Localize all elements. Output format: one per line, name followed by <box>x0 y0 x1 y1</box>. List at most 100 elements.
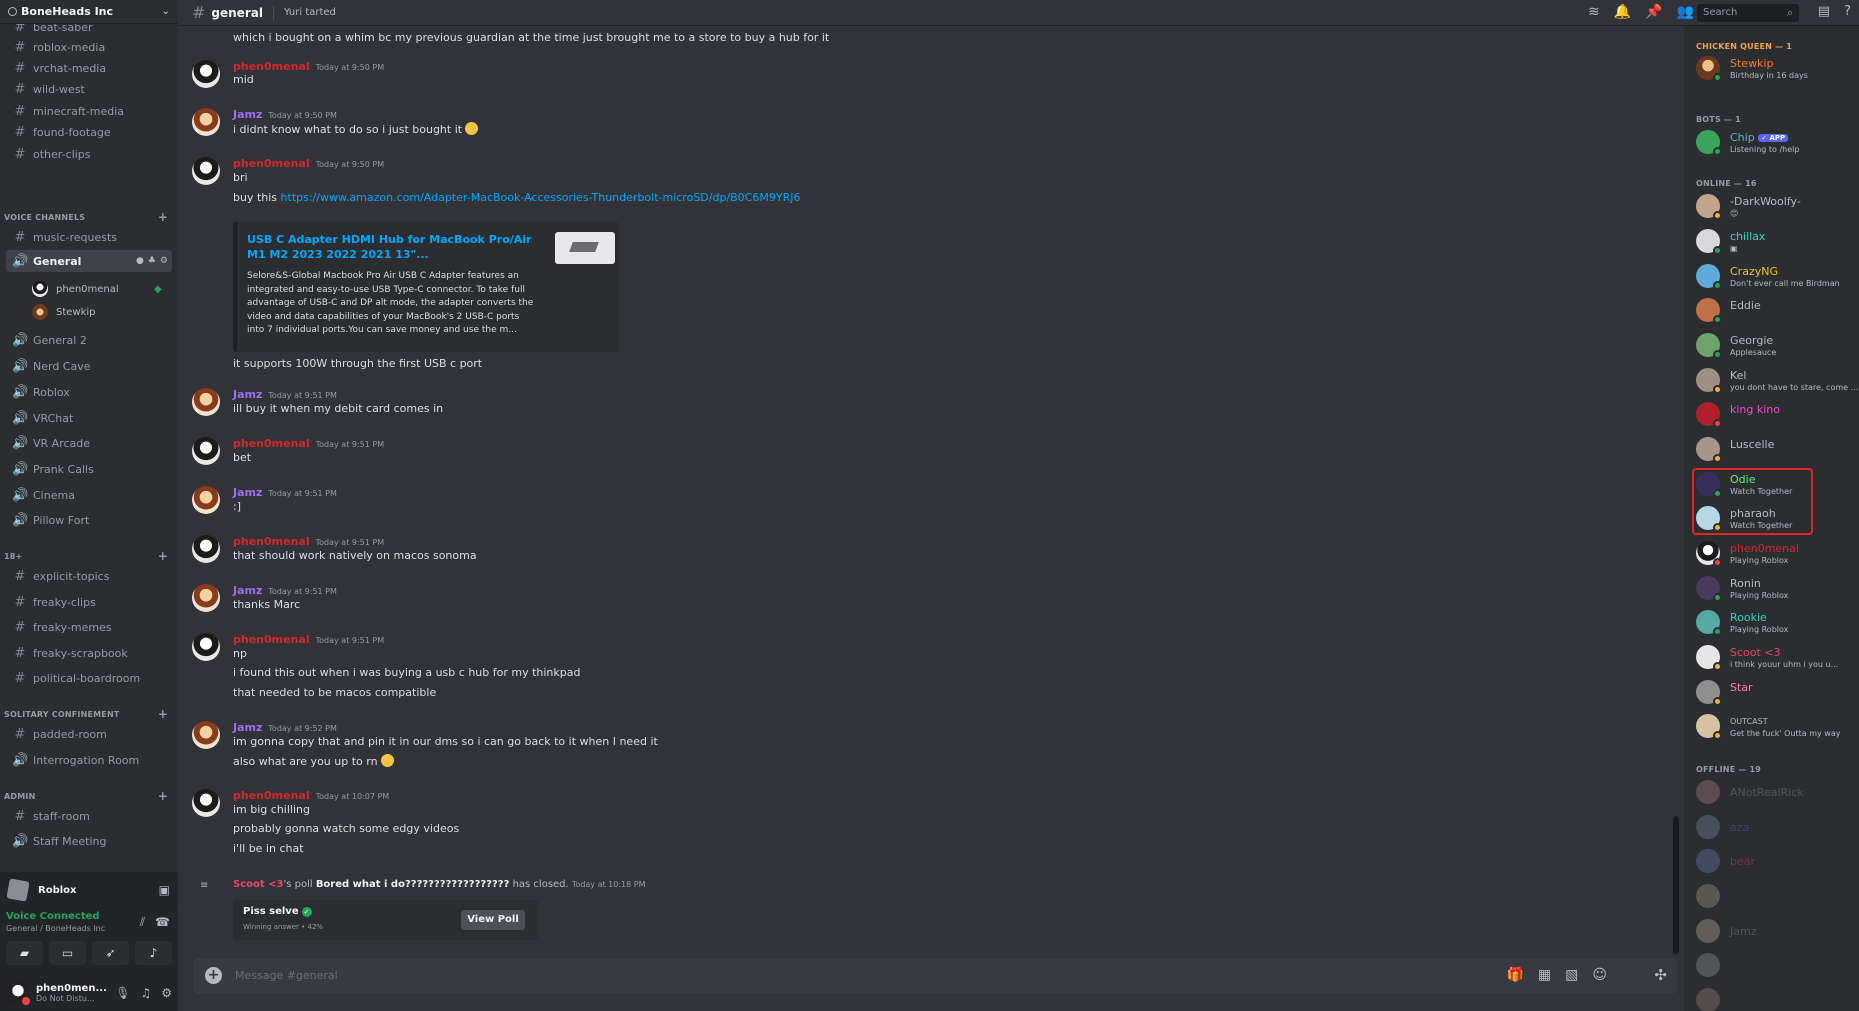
member-item[interactable] <box>1696 984 1855 1011</box>
user-info[interactable]: phen0men... Do Not Distu... <box>36 983 107 1003</box>
avatar[interactable] <box>192 584 220 612</box>
threads-icon[interactable]: ≋ <box>1588 4 1600 20</box>
avatar[interactable] <box>192 535 220 563</box>
category-voice-channels[interactable]: VOICE CHANNELS + <box>4 210 168 224</box>
message-author[interactable]: phen0menal <box>233 633 310 646</box>
channel-freaky-clips[interactable]: # freaky-clips <box>6 591 172 613</box>
message-input[interactable]: Message #general <box>235 969 338 982</box>
message-author[interactable]: Jamz <box>233 584 262 597</box>
voice-channel-vrchat[interactable]: 🔊 VRChat <box>6 407 172 429</box>
apps-icon[interactable]: ✣ <box>1654 966 1667 984</box>
voice-location[interactable]: General / BoneHeads Inc <box>6 924 105 933</box>
member-item[interactable]: Rookie Playing Roblox <box>1696 606 1855 638</box>
camera-button[interactable]: ▰ <box>6 941 43 965</box>
avatar[interactable] <box>6 980 32 1007</box>
member-item[interactable]: phen0menal Playing Roblox <box>1696 537 1855 569</box>
avatar[interactable] <box>192 721 220 749</box>
poll-author[interactable]: Scoot <3 <box>233 879 283 890</box>
avatar[interactable] <box>192 60 220 88</box>
member-item[interactable]: Kel you dont have to stare, come ... <box>1696 364 1858 396</box>
gift-icon[interactable]: 🎁 <box>1506 967 1523 983</box>
channel-other-clips[interactable]: # other-clips <box>6 143 172 165</box>
member-item[interactable]: Star <box>1696 676 1855 708</box>
channel-explicit-topics[interactable]: # explicit-topics <box>6 565 172 587</box>
voice-channel-prank-calls[interactable]: 🔊 Prank Calls <box>6 458 172 480</box>
add-channel-icon[interactable]: + <box>158 707 168 721</box>
member-item[interactable]: Jamz <box>1696 915 1855 947</box>
voice-channel-staff-meeting[interactable]: 🔊 Staff Meeting <box>6 830 172 852</box>
poll-question[interactable]: Bored what i do?????????????????? <box>316 879 510 890</box>
voice-status[interactable]: Voice Connected <box>6 911 100 922</box>
voice-channel-general[interactable]: 🔊 General ● ♣ ⚙ <box>6 250 172 272</box>
member-item[interactable]: Scoot <3 i think youur uhm i you u... <box>1696 641 1855 673</box>
category-18-plus[interactable]: 18+ + <box>4 549 168 563</box>
activities-button[interactable]: ➶ <box>92 941 129 965</box>
member-item[interactable]: -DarkWoolfy- 😊 <box>1696 190 1855 222</box>
avatar[interactable] <box>192 437 220 465</box>
member-item[interactable]: king kino <box>1696 398 1855 430</box>
member-item[interactable]: Chip ✓ APP Listening to /help <box>1696 126 1855 158</box>
voice-channel-cinema[interactable]: 🔊 Cinema <box>6 484 172 506</box>
voice-channel-general-2[interactable]: 🔊 General 2 <box>6 329 172 351</box>
channel-roblox-media[interactable]: # roblox-media <box>6 36 172 58</box>
voice-channel-pillow-fort[interactable]: 🔊 Pillow Fort <box>6 509 172 531</box>
message-author[interactable]: phen0menal <box>233 437 310 450</box>
channel-staff-room[interactable]: # staff-room <box>6 805 172 827</box>
member-item[interactable]: Luscelle <box>1696 433 1855 465</box>
message-author[interactable]: phen0menal <box>233 60 310 73</box>
channel-topic[interactable]: Yuri tarted <box>284 7 336 18</box>
voice-user-phen0menal[interactable]: phen0menal ◆ <box>32 279 162 299</box>
chat-icon[interactable]: ● <box>136 256 144 266</box>
member-item[interactable] <box>1696 949 1855 981</box>
microphone-icon[interactable]: 🎙 <box>115 986 130 1000</box>
member-item[interactable]: bear <box>1696 845 1855 877</box>
voice-channel-vr-arcade[interactable]: 🔊 VR Arcade <box>6 432 172 454</box>
add-channel-icon[interactable]: + <box>158 549 168 563</box>
member-item[interactable]: Georgie Applesauce <box>1696 329 1855 361</box>
disconnect-icon[interactable]: ☎ <box>155 915 170 930</box>
headphones-icon[interactable]: ♫ <box>140 986 151 1000</box>
inbox-icon[interactable]: ▤ <box>1818 4 1830 19</box>
message-composer[interactable]: + Message #general 🎁 ▦ ▧ ☺ ✣ <box>193 958 1677 994</box>
member-item[interactable]: aza <box>1696 811 1855 843</box>
avatar[interactable] <box>192 388 220 416</box>
emoji-icon[interactable]: ☺ <box>1592 967 1607 983</box>
member-item[interactable]: Ronin Playing Roblox <box>1696 572 1855 604</box>
message-link[interactable]: https://www.amazon.com/Adapter-MacBook-A… <box>281 191 801 204</box>
channel-freaky-memes[interactable]: # freaky-memes <box>6 616 172 638</box>
avatar[interactable] <box>192 108 220 136</box>
noise-suppression-icon[interactable]: ⫽ <box>140 915 145 930</box>
member-item[interactable]: CrazyNG Don't ever call me Birdman <box>1696 260 1855 292</box>
message-author[interactable]: Jamz <box>233 721 262 734</box>
gear-icon[interactable]: ⚙ <box>160 256 168 266</box>
sticker-icon[interactable]: ▧ <box>1565 967 1578 983</box>
search-input[interactable]: Search ⌕ <box>1697 4 1799 22</box>
member-item[interactable]: ANotRealRick <box>1696 776 1855 808</box>
pin-icon[interactable]: 📌 <box>1645 4 1662 20</box>
channel-found-footage[interactable]: # found-footage <box>6 121 172 143</box>
help-icon[interactable]: ? <box>1844 4 1851 19</box>
screen-share-icon[interactable]: ▣ <box>159 883 170 897</box>
screen-share-button[interactable]: ▭ <box>49 941 86 965</box>
add-channel-icon[interactable]: + <box>158 210 168 224</box>
members-icon[interactable]: 👥 <box>1677 4 1694 20</box>
message-author[interactable]: phen0menal <box>233 157 310 170</box>
message-author[interactable]: Jamz <box>233 108 262 121</box>
voice-channel-roblox[interactable]: 🔊 Roblox <box>6 381 172 403</box>
embed-thumbnail[interactable] <box>555 232 615 264</box>
avatar[interactable] <box>192 157 220 185</box>
invite-icon[interactable]: ♣ <box>148 256 156 266</box>
message-author[interactable]: Jamz <box>233 486 262 499</box>
voice-channel-interrogation-room[interactable]: 🔊 Interrogation Room <box>6 749 172 771</box>
message-author[interactable]: phen0menal <box>233 535 310 548</box>
soundboard-button[interactable]: ♪ <box>135 941 172 965</box>
message-author[interactable]: phen0menal <box>233 789 310 802</box>
channel-freaky-scrapbook[interactable]: # freaky-scrapbook <box>6 642 172 664</box>
member-item[interactable]: OUTCAST Get the fuck' Outta my way <box>1696 710 1855 742</box>
voice-user-stewkip[interactable]: Stewkip <box>32 302 96 322</box>
voice-channel-nerd-cave[interactable]: 🔊 Nerd Cave <box>6 355 172 377</box>
channel-music-requests[interactable]: # music-requests <box>6 226 172 248</box>
chat-scrollbar[interactable] <box>1673 816 1679 954</box>
member-item[interactable]: Stewkip Birthday in 16 days <box>1696 52 1855 84</box>
channel-wild-west[interactable]: # wild-west <box>6 78 172 100</box>
